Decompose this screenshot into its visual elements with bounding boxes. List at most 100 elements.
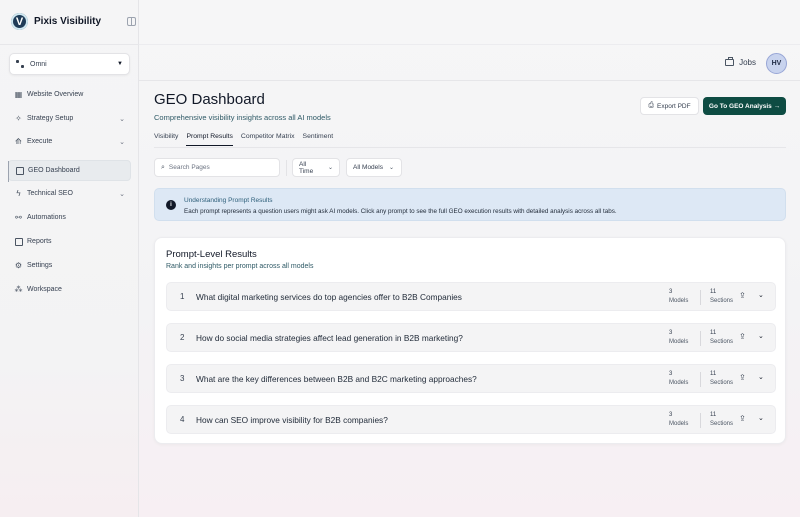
sidebar: V Pixis Visibility Omni ▼ ▦ Website Over…: [0, 0, 139, 517]
gear-icon: ⚙: [14, 261, 23, 270]
sidebar-item-geo-dashboard[interactable]: GEO Dashboard: [8, 160, 131, 182]
chevron-down-icon: ⌄: [119, 190, 125, 198]
brand-logo: V: [11, 13, 28, 30]
grid-icon: ▦: [14, 90, 23, 99]
tab-prompt-results[interactable]: Prompt Results: [186, 133, 233, 146]
avatar[interactable]: HV: [766, 53, 787, 74]
divider: [700, 372, 701, 387]
divider: [700, 290, 701, 305]
go-to-geo-analysis-button[interactable]: Go To GEO Analysis →: [703, 97, 786, 115]
models-stat: 3 Models: [669, 371, 689, 386]
info-title: Understanding Prompt Results: [184, 197, 273, 204]
models-filter-dropdown[interactable]: All Models ⌄: [346, 158, 402, 177]
org-icon: [16, 60, 24, 68]
prompt-question: How do social media strategies affect le…: [196, 333, 463, 343]
sections-stat: 11 Sections: [710, 330, 734, 345]
export-pdf-button[interactable]: ⎙ Export PDF: [640, 97, 699, 115]
topbar: Jobs HV: [139, 44, 800, 81]
brand[interactable]: V Pixis Visibility: [11, 13, 101, 30]
org-select[interactable]: Omni ▼: [9, 53, 130, 75]
sections-stat: 11 Sections: [710, 289, 734, 304]
chevron-down-icon[interactable]: ⌄: [758, 332, 764, 340]
workspace-icon: ⁂: [14, 285, 23, 294]
chevron-down-icon: ⌄: [119, 115, 125, 123]
prompt-question: What digital marketing services do top a…: [196, 292, 462, 302]
sidebar-item-strategy-setup[interactable]: ✧ Strategy Setup ⌄: [8, 108, 131, 129]
sidebar-item-label: Settings: [27, 262, 53, 269]
models-stat: 3 Models: [669, 330, 689, 345]
tabs: Visibility Prompt Results Competitor Mat…: [154, 133, 341, 146]
sidebar-collapse-icon[interactable]: [127, 17, 136, 26]
tab-visibility[interactable]: Visibility: [154, 133, 178, 146]
sidebar-item-workspace[interactable]: ⁂ Workspace: [8, 279, 131, 300]
prompt-row[interactable]: 2 How do social media strategies affect …: [166, 323, 776, 352]
share-icon[interactable]: ⇪: [739, 291, 746, 300]
models-filter-value: All Models: [353, 164, 383, 171]
tab-sentiment[interactable]: Sentiment: [303, 133, 334, 146]
chevron-down-icon[interactable]: ⌄: [758, 373, 764, 381]
info-icon: i: [166, 200, 176, 210]
chevron-down-icon[interactable]: ⌄: [758, 291, 764, 299]
tab-competitor-matrix[interactable]: Competitor Matrix: [241, 133, 295, 146]
search-box[interactable]: ⌕: [154, 158, 280, 177]
wand-icon: ✧: [15, 114, 22, 123]
share-icon[interactable]: ⇪: [739, 414, 746, 423]
sidebar-item-reports[interactable]: Reports: [8, 231, 131, 252]
info-banner: i Understanding Prompt Results Each prom…: [154, 188, 786, 221]
page-subtitle: Comprehensive visibility insights across…: [154, 113, 331, 122]
time-filter-dropdown[interactable]: All Time ⌄: [292, 158, 340, 177]
sidebar-item-label: Strategy Setup: [27, 115, 74, 122]
sections-stat: 11 Sections: [710, 371, 734, 386]
prompt-rank: 3: [180, 374, 185, 383]
sidebar-item-website-overview[interactable]: ▦ Website Overview: [8, 84, 131, 105]
models-stat: 3 Models: [669, 289, 689, 304]
sidebar-item-settings[interactable]: ⚙ Settings: [8, 255, 131, 276]
page-title: GEO Dashboard: [154, 91, 265, 108]
briefcase-icon: [725, 57, 735, 66]
divider: [286, 160, 287, 176]
sidebar-item-label: Execute: [27, 138, 53, 145]
share-icon[interactable]: ⇪: [739, 332, 746, 341]
bolt-icon: ϟ: [16, 189, 21, 198]
divider: [700, 331, 701, 346]
prompt-rank: 2: [180, 333, 185, 342]
prompt-row[interactable]: 4 How can SEO improve visibility for B2B…: [166, 405, 776, 434]
prompt-results-card: Prompt-Level Results Rank and insights p…: [154, 237, 786, 444]
divider: [154, 147, 786, 148]
chevron-down-icon: ⌄: [119, 138, 125, 146]
card-title: Prompt-Level Results: [166, 249, 257, 260]
sections-stat: 11 Sections: [710, 412, 734, 427]
divider: [700, 413, 701, 428]
prompt-question: How can SEO improve visibility for B2B c…: [196, 415, 388, 425]
automation-icon: ⚯: [15, 213, 22, 222]
download-icon: ⎙: [648, 102, 654, 109]
sidebar-item-technical-seo[interactable]: ϟ Technical SEO ⌄: [8, 183, 131, 204]
jobs-button[interactable]: Jobs: [725, 57, 756, 67]
dashboard-icon: [15, 166, 24, 175]
sidebar-item-label: Technical SEO: [27, 190, 73, 197]
search-input[interactable]: [168, 164, 269, 171]
divider: [0, 44, 139, 45]
sidebar-item-automations[interactable]: ⚯ Automations: [8, 207, 131, 228]
export-label: Export PDF: [657, 102, 691, 110]
sidebar-item-label: Automations: [27, 214, 66, 221]
chevron-down-icon[interactable]: ⌄: [758, 414, 764, 422]
caret-down-icon: ▼: [117, 61, 123, 67]
app-name: Pixis Visibility: [34, 16, 102, 27]
sidebar-item-label: Workspace: [27, 286, 62, 293]
prompt-row[interactable]: 1 What digital marketing services do top…: [166, 282, 776, 311]
chevron-down-icon: ⌄: [388, 165, 395, 171]
share-icon[interactable]: ⇪: [739, 373, 746, 382]
prompt-rank: 1: [180, 292, 185, 301]
org-name: Omni: [30, 60, 47, 68]
card-subtitle: Rank and insights per prompt across all …: [166, 263, 314, 270]
rocket-icon: ⟰: [15, 137, 22, 146]
reports-icon: [14, 237, 23, 246]
sidebar-item-label: Reports: [27, 238, 52, 245]
prompt-row[interactable]: 3 What are the key differences between B…: [166, 364, 776, 393]
models-stat: 3 Models: [669, 412, 689, 427]
jobs-label: Jobs: [739, 58, 756, 67]
sidebar-item-label: GEO Dashboard: [28, 167, 80, 174]
prompt-rank: 4: [180, 415, 185, 424]
sidebar-item-execute[interactable]: ⟰ Execute ⌄: [8, 131, 131, 152]
